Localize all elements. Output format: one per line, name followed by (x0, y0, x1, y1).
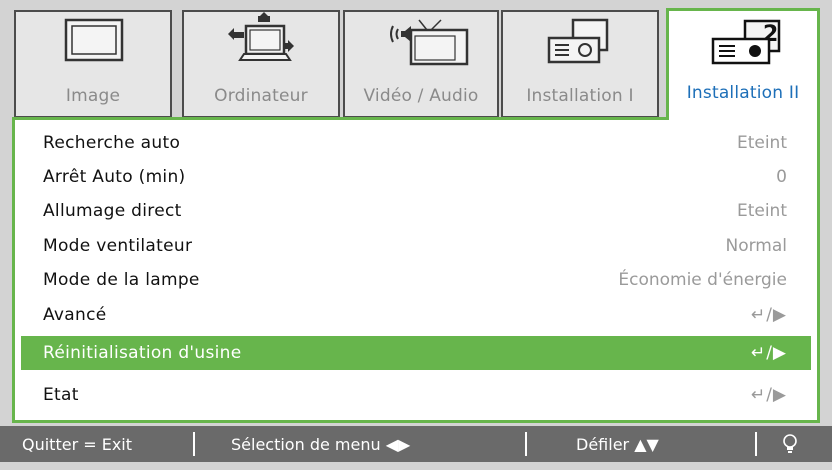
enter-arrow-icon: ↵/▶ (750, 385, 787, 405)
menu-item-mode-ventilateur[interactable]: Mode ventilateur Normal (21, 229, 811, 263)
tab-video-audio[interactable]: Vidéo / Audio (343, 10, 499, 118)
menu-item-recherche-auto[interactable]: Recherche auto Eteint (21, 126, 811, 160)
monitor-icon (16, 12, 170, 82)
menu-item-value: Eteint (736, 201, 787, 221)
menu-item-arret-auto[interactable]: Arrêt Auto (min) 0 (21, 160, 811, 194)
tab-installation-2[interactable]: 2 Installation II (666, 8, 820, 120)
scroll-hint: Défiler ▲▼ (576, 434, 659, 454)
divider (755, 432, 757, 456)
menu-item-value: Normal (725, 236, 787, 256)
menu-item-etat[interactable]: Etat ↵/▶ (21, 378, 811, 412)
menu-item-label: Arrêt Auto (min) (43, 167, 186, 187)
menu-item-label: Mode ventilateur (43, 236, 193, 256)
menu-item-mode-lampe[interactable]: Mode de la lampe Économie d'énergie (21, 263, 811, 297)
menu-item-avance[interactable]: Avancé ↵/▶ (21, 298, 811, 332)
footer-hint-bar: Quitter = Exit Sélection de menu ◀▶ Défi… (0, 426, 832, 462)
enter-arrow-icon: ↵/▶ (750, 305, 787, 325)
menu-panel: Recherche auto Eteint Arrêt Auto (min) 0… (12, 117, 820, 423)
projector-settings-2-icon: 2 (669, 11, 817, 81)
menu-item-value: Économie d'énergie (618, 270, 787, 290)
exit-hint: Quitter = Exit (22, 434, 133, 454)
projector-settings-icon (503, 12, 657, 82)
tab-image[interactable]: Image (14, 10, 172, 118)
tab-label: Image (65, 86, 121, 106)
menu-item-reinitialisation[interactable]: Réinitialisation d'usine ↵/▶ (21, 336, 811, 370)
tv-audio-icon (345, 12, 497, 82)
divider (193, 432, 195, 456)
enter-arrow-icon: ↵/▶ (750, 343, 787, 363)
select-hint: Sélection de menu ◀▶ (231, 434, 411, 454)
menu-item-label: Mode de la lampe (43, 270, 200, 290)
menu-item-allumage-direct[interactable]: Allumage direct Eteint (21, 194, 811, 228)
tab-ordinateur[interactable]: Ordinateur (182, 10, 340, 118)
menu-item-label: Allumage direct (43, 201, 182, 221)
tab-label: Vidéo / Audio (363, 86, 479, 106)
divider (525, 432, 527, 456)
menu-item-value: Eteint (736, 133, 787, 153)
tab-label: Installation II (686, 83, 800, 103)
osd-menu: Image Ordinateur Vidéo / Audio Installat… (0, 0, 832, 470)
menu-item-value: 0 (776, 167, 787, 187)
tab-label: Ordinateur (214, 86, 308, 106)
menu-item-label: Réinitialisation d'usine (43, 343, 242, 363)
tab-installation-1[interactable]: Installation I (501, 10, 659, 118)
menu-item-label: Etat (43, 385, 79, 405)
tab-label: Installation I (526, 86, 634, 106)
menu-item-label: Avancé (43, 305, 107, 325)
computer-icon (184, 12, 338, 82)
menu-item-label: Recherche auto (43, 133, 181, 153)
bulb-icon (782, 426, 798, 462)
